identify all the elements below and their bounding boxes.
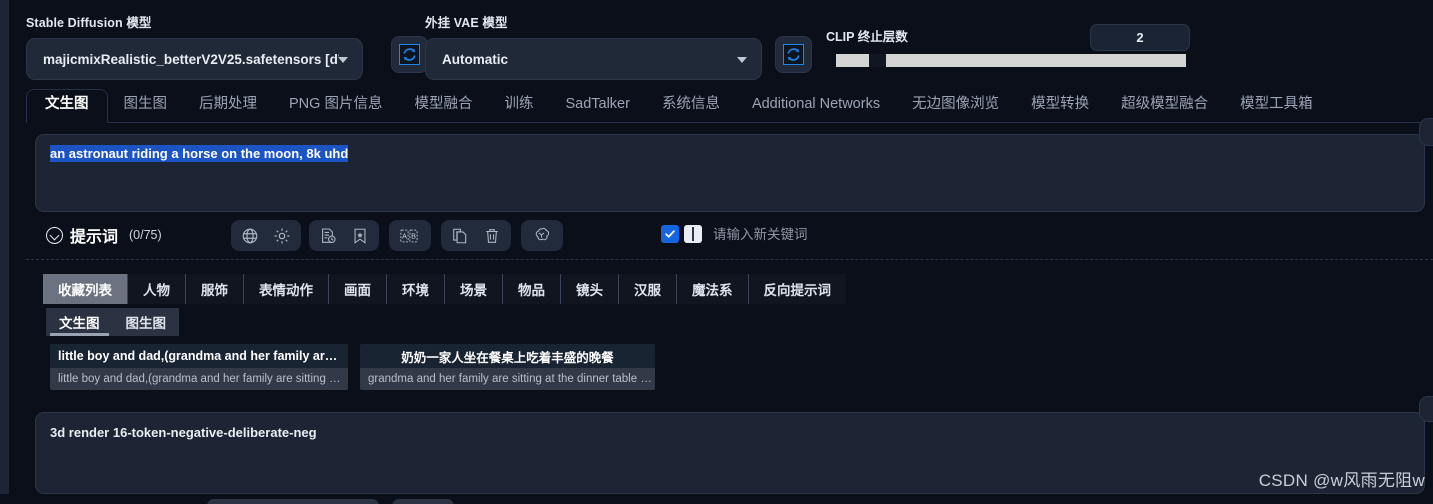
chevron-down-icon xyxy=(338,57,348,63)
sub-tab-1[interactable]: 图生图 xyxy=(113,308,180,336)
watermark: CSDN @w风雨无阻w xyxy=(1258,471,1425,490)
category-tab-11[interactable]: 反向提示词 xyxy=(749,274,847,304)
negative-prompt-textarea[interactable]: 3d render 16-token-negative-deliberate-n… xyxy=(35,412,1425,494)
main-tab-5[interactable]: 训练 xyxy=(488,89,549,122)
category-tab-3[interactable]: 表情动作 xyxy=(244,274,329,304)
trash-icon[interactable] xyxy=(478,223,506,249)
negative-panel-right-overflow xyxy=(1419,396,1433,422)
main-tab-7[interactable]: 系统信息 xyxy=(646,89,736,122)
clip-skip-value-input[interactable]: 2 xyxy=(1090,24,1190,51)
bookmark-star-icon[interactable] xyxy=(346,223,374,249)
main-tab-10[interactable]: 模型转换 xyxy=(1015,89,1105,122)
chevron-down-circle-icon[interactable] xyxy=(46,226,63,244)
bottom-button-3[interactable] xyxy=(345,499,379,504)
main-tab-2[interactable]: 后期处理 xyxy=(183,89,273,122)
main-tab-6[interactable]: SadTalker xyxy=(549,89,645,122)
category-tab-7[interactable]: 物品 xyxy=(503,274,561,304)
new-keyword-input[interactable] xyxy=(713,222,1233,246)
prompt-panel-right-overflow xyxy=(1419,118,1433,146)
refresh-icon xyxy=(783,44,804,65)
category-tab-1[interactable]: 人物 xyxy=(128,274,186,304)
clip-skip-group: CLIP 终止层数 2 xyxy=(826,24,1286,67)
gear-icon[interactable] xyxy=(268,223,296,249)
main-tab-1[interactable]: 图生图 xyxy=(108,89,184,122)
ab-compare-icon[interactable]: A B xyxy=(394,223,424,249)
top-settings-bar: Stable Diffusion 模型 majicmixRealistic_be… xyxy=(16,0,1433,86)
vae-model-refresh-button[interactable] xyxy=(775,36,812,73)
sd-model-refresh-button[interactable] xyxy=(391,36,428,73)
category-tab-4[interactable]: 画面 xyxy=(329,274,387,304)
main-tab-bar: 文生图 图生图 后期处理 PNG 图片信息 模型融合 训练 SadTalker 系统信息 Add… xyxy=(26,89,1433,123)
category-tab-2[interactable]: 服饰 xyxy=(186,274,244,304)
vae-model-label: 外挂 VAE 模型 xyxy=(425,16,508,30)
stable-diffusion-webui: Stable Diffusion 模型 majicmixRealistic_be… xyxy=(0,0,1433,504)
prompt-card-title: 奶奶一家人坐在餐桌上吃着丰盛的晚餐 xyxy=(360,344,655,368)
main-tab-4[interactable]: 模型融合 xyxy=(398,89,488,122)
copy-icon[interactable] xyxy=(446,223,474,249)
main-tab-12[interactable]: 模型工具箱 xyxy=(1224,89,1329,122)
sd-model-value: majicmixRealistic_betterV2V25.safetensor… xyxy=(43,51,339,67)
clip-skip-slider[interactable] xyxy=(836,54,1186,67)
prompt-toolbar: 提示词 (0/75) A B 请输入新关键词 xyxy=(26,220,1433,258)
prompt-card[interactable]: little boy and dad,(grandma and her fami… xyxy=(50,344,348,390)
prompt-text: an astronaut riding a horse on the moon,… xyxy=(50,145,349,162)
prompt-card-subtitle: little boy and dad,(grandma and her fami… xyxy=(50,368,348,390)
globe-icon[interactable] xyxy=(236,223,264,249)
prompt-accordion-title: 提示词 xyxy=(70,229,119,246)
vae-model-dropdown[interactable]: Automatic xyxy=(425,38,762,80)
keyword-checkbox-checked[interactable] xyxy=(661,225,679,243)
toolbar-group-compare: A B xyxy=(389,220,431,251)
prompt-card-subtitle: grandma and her family are sitting at th… xyxy=(360,368,655,390)
prompt-accordion-header[interactable]: 提示词 (0/75) xyxy=(46,223,162,247)
category-tab-5[interactable]: 环境 xyxy=(387,274,445,304)
main-tab-3[interactable]: PNG 图片信息 xyxy=(273,89,398,122)
category-tab-10[interactable]: 魔法系 xyxy=(677,274,749,304)
token-counter: (0/75) xyxy=(129,228,162,242)
vae-model-group: 外挂 VAE 模型 Automatic xyxy=(425,12,762,80)
negative-prompt-text: 3d render 16-token-negative-deliberate-n… xyxy=(50,425,317,440)
toolbar-divider xyxy=(26,259,1433,260)
window-left-edge xyxy=(0,0,9,504)
category-tab-9[interactable]: 汉服 xyxy=(619,274,677,304)
keyword-row xyxy=(661,222,1233,246)
main-tab-9[interactable]: 无边图像浏览 xyxy=(896,89,1015,122)
category-tab-6[interactable]: 场景 xyxy=(445,274,503,304)
sd-model-label: Stable Diffusion 模型 xyxy=(26,16,152,30)
toolbar-group-clipboard xyxy=(441,220,511,251)
sub-tab-0[interactable]: 文生图 xyxy=(46,308,113,336)
vae-model-value: Automatic xyxy=(442,51,509,67)
bottom-button-4[interactable] xyxy=(392,499,454,504)
sub-tab-bar: 文生图 图生图 xyxy=(46,308,179,336)
sd-model-dropdown[interactable]: majicmixRealistic_betterV2V25.safetensor… xyxy=(26,38,363,80)
clip-skip-label: CLIP 终止层数 xyxy=(826,30,908,44)
category-tab-8[interactable]: 镜头 xyxy=(561,274,619,304)
openai-spiral-icon[interactable] xyxy=(526,223,556,249)
prompt-card-title: little boy and dad,(grandma and her fami… xyxy=(50,344,348,368)
category-tab-0[interactable]: 收藏列表 xyxy=(43,274,128,304)
prompt-textarea[interactable]: an astronaut riding a horse on the moon,… xyxy=(35,134,1425,212)
clip-skip-slider-thumb[interactable] xyxy=(869,54,886,67)
chevron-down-icon xyxy=(737,57,747,63)
prompt-card[interactable]: 奶奶一家人坐在餐桌上吃着丰盛的晚餐 grandma and her family… xyxy=(360,344,655,390)
document-clock-icon[interactable] xyxy=(314,223,342,249)
svg-text:B: B xyxy=(411,231,416,240)
window-left-gutter xyxy=(9,0,16,504)
toolbar-group-history xyxy=(309,220,379,251)
svg-text:A: A xyxy=(402,231,407,240)
sd-model-group: Stable Diffusion 模型 majicmixRealistic_be… xyxy=(26,12,363,80)
toolbar-group-ai xyxy=(521,220,563,251)
keyword-checkbox-empty[interactable] xyxy=(684,225,702,243)
toolbar-group-translate xyxy=(231,220,301,251)
main-tab-8[interactable]: Additional Networks xyxy=(736,89,896,122)
main-tab-0[interactable]: 文生图 xyxy=(26,89,108,123)
category-tab-bar: 收藏列表 人物 服饰 表情动作 画面 环境 场景 物品 镜头 汉服 魔法系 反向提示词 xyxy=(43,274,846,304)
refresh-icon xyxy=(399,44,420,65)
main-tab-11[interactable]: 超级模型融合 xyxy=(1105,89,1224,122)
